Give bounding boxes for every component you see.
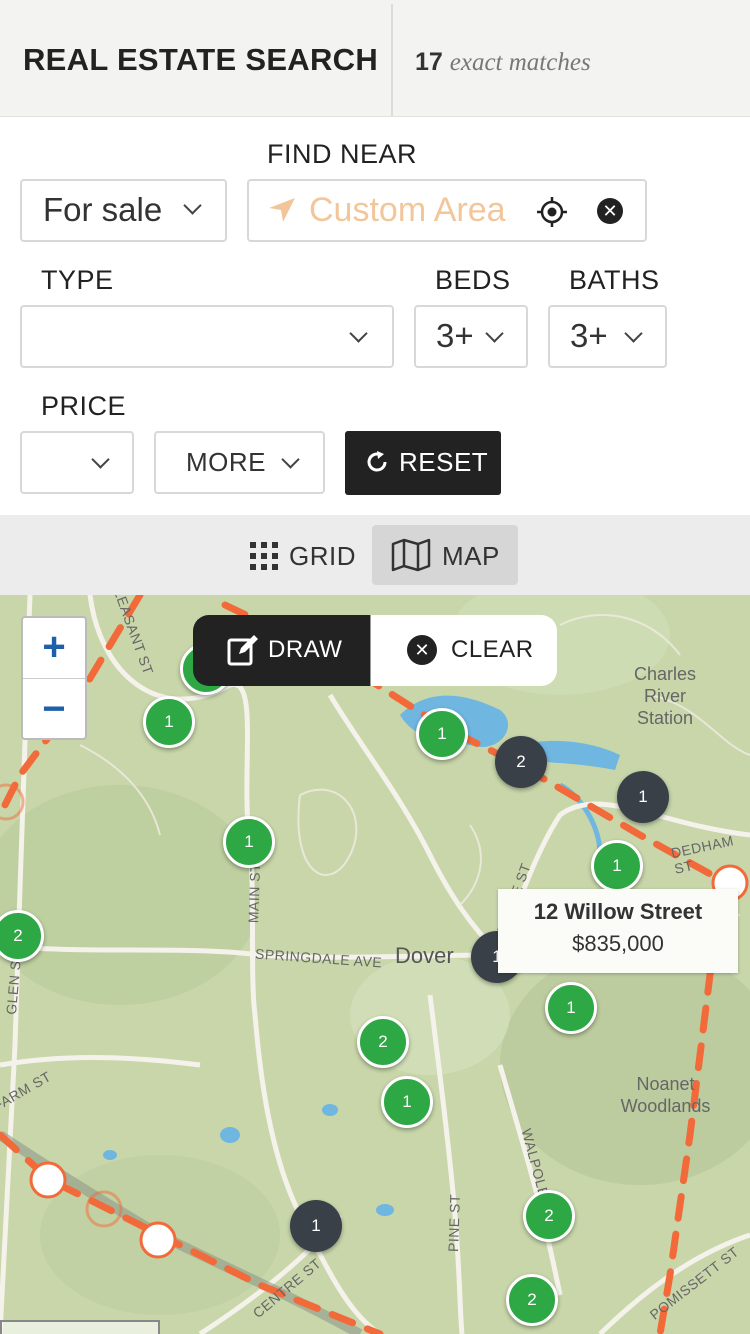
listing-cluster-marker[interactable]: 2 bbox=[523, 1190, 575, 1242]
listing-cluster-marker[interactable]: 2 bbox=[506, 1274, 558, 1326]
baths-select[interactable]: 3+ bbox=[548, 305, 667, 368]
listing-type-value: For sale bbox=[43, 191, 163, 228]
more-filters-label: MORE bbox=[186, 447, 266, 477]
page-title: REAL ESTATE SEARCH bbox=[23, 42, 379, 77]
beds-select[interactable]: 3+ bbox=[414, 305, 528, 368]
price-select[interactable] bbox=[20, 431, 134, 494]
grid-view-button[interactable]: GRID bbox=[238, 525, 363, 585]
baths-label: BATHS bbox=[569, 265, 660, 295]
find-near-input[interactable]: Custom Area ✕ bbox=[247, 179, 647, 242]
chevron-down-icon bbox=[624, 324, 643, 343]
listing-cluster-marker[interactable]: 2 bbox=[357, 1016, 409, 1068]
refresh-icon bbox=[365, 450, 389, 479]
app-header: REAL ESTATE SEARCH 17 exact matches bbox=[0, 0, 750, 117]
listing-cluster-marker[interactable]: 1 bbox=[290, 1200, 342, 1252]
draw-button[interactable]: DRAW bbox=[193, 615, 370, 686]
location-arrow-icon bbox=[267, 196, 297, 229]
zoom-divider bbox=[23, 678, 85, 679]
place-label-dover: Dover bbox=[395, 943, 454, 968]
listing-cluster-marker[interactable]: 1 bbox=[223, 816, 275, 868]
reset-button[interactable]: RESET bbox=[345, 431, 501, 495]
reset-label: RESET bbox=[399, 447, 489, 477]
listing-cluster-marker[interactable]: 1 bbox=[591, 840, 643, 892]
match-count-text: exact matches bbox=[449, 49, 591, 76]
listing-cluster-marker[interactable]: 1 bbox=[416, 708, 468, 760]
chevron-down-icon bbox=[281, 450, 300, 469]
street-label: PINE ST bbox=[444, 1193, 463, 1253]
map-view-label: MAP bbox=[442, 541, 500, 571]
clear-button[interactable]: ✕ CLEAR bbox=[370, 615, 557, 686]
pencil-edit-icon bbox=[227, 634, 259, 671]
listing-cluster-marker[interactable]: 1 bbox=[545, 982, 597, 1034]
beds-label: BEDS bbox=[435, 265, 511, 295]
draw-toolbar: DRAW ✕ CLEAR bbox=[193, 615, 557, 686]
street-label: MAIN ST bbox=[245, 862, 264, 924]
draw-label: DRAW bbox=[268, 636, 343, 663]
clear-location-icon[interactable]: ✕ bbox=[597, 198, 623, 224]
find-near-label: FIND NEAR bbox=[267, 139, 418, 169]
close-icon: ✕ bbox=[407, 635, 437, 665]
zoom-out-button[interactable]: − bbox=[23, 680, 85, 740]
map-scale-bar bbox=[0, 1320, 160, 1334]
find-near-placeholder: Custom Area bbox=[309, 191, 506, 229]
map-view-button[interactable]: MAP bbox=[372, 525, 518, 585]
grid-icon bbox=[250, 542, 278, 575]
price-label: PRICE bbox=[41, 391, 127, 421]
locate-me-icon[interactable] bbox=[537, 197, 567, 232]
match-count: 17 exact matches bbox=[415, 48, 591, 77]
zoom-in-button[interactable]: + bbox=[23, 618, 85, 678]
popup-price: $835,000 bbox=[572, 931, 664, 956]
place-label-noanet: Noanet Woodlands bbox=[620, 1074, 711, 1116]
listing-cluster-marker[interactable]: 1 bbox=[617, 771, 669, 823]
header-divider bbox=[391, 4, 393, 116]
map-canvas[interactable]: PLEASANT ST MAIN ST SPRINGDALE AVE CENTR… bbox=[0, 595, 750, 1334]
listing-cluster-marker[interactable]: 2 bbox=[495, 736, 547, 788]
chevron-down-icon bbox=[349, 324, 368, 343]
listing-type-select[interactable]: For sale bbox=[20, 179, 227, 242]
baths-value: 3+ bbox=[570, 317, 608, 354]
listing-popup[interactable]: 12 Willow Street $835,000 bbox=[498, 889, 738, 973]
listing-cluster-marker[interactable]: 1 bbox=[381, 1076, 433, 1128]
view-toggle: GRID MAP bbox=[0, 515, 750, 595]
match-count-number: 17 bbox=[415, 48, 443, 76]
map-icon bbox=[391, 538, 431, 577]
type-label: TYPE bbox=[41, 265, 114, 295]
beds-value: 3+ bbox=[436, 317, 474, 354]
clear-label: CLEAR bbox=[451, 636, 534, 663]
place-label-charles-river: Charles River Station bbox=[633, 664, 697, 728]
listing-cluster-marker[interactable]: 1 bbox=[143, 696, 195, 748]
grid-view-label: GRID bbox=[289, 541, 356, 571]
more-filters-select[interactable]: MORE bbox=[154, 431, 325, 494]
chevron-down-icon bbox=[183, 196, 202, 215]
popup-street: 12 Willow Street bbox=[533, 899, 703, 924]
chevron-down-icon bbox=[485, 324, 504, 343]
zoom-control: + − bbox=[21, 616, 87, 740]
property-type-select[interactable] bbox=[20, 305, 394, 368]
chevron-down-icon bbox=[91, 450, 110, 469]
